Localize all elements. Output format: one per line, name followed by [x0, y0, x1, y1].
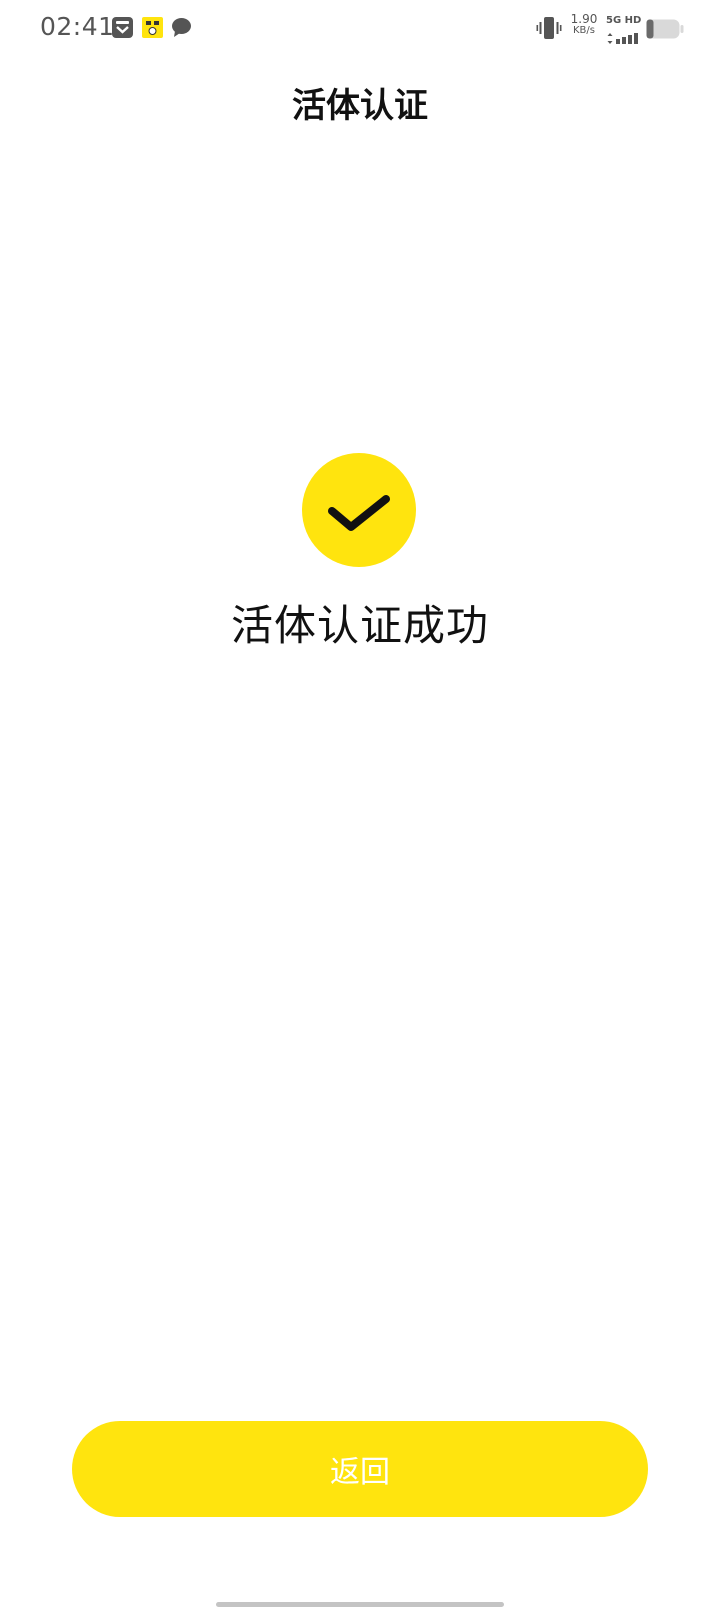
check-icon [328, 495, 390, 531]
app-badge-icon [142, 17, 163, 38]
network-speed: 1.90 KB/s [568, 12, 600, 36]
success-badge [302, 453, 416, 567]
home-indicator[interactable] [216, 1602, 504, 1607]
signal-icon [607, 29, 639, 48]
page-title: 活体认证 [292, 86, 428, 126]
network-type: 5G HD [606, 15, 642, 26]
status-time: 02:41 [40, 12, 115, 41]
speed-unit: KB/s [573, 25, 595, 36]
back-button[interactable]: 返回 [72, 1421, 648, 1517]
battery-icon [646, 19, 684, 43]
speed-value: 1.90 [570, 12, 598, 26]
vibrate-icon [536, 16, 562, 44]
status-bar: 02:41 1.90 KB/s 5G HD [0, 0, 720, 56]
message-icon [171, 17, 192, 38]
success-message: 活体认证成功 [230, 601, 489, 650]
liveness-result-screen: 02:41 1.90 KB/s 5G HD 活体认证 活体认证成功 返回 [0, 0, 720, 1612]
inbox-icon [112, 17, 133, 38]
